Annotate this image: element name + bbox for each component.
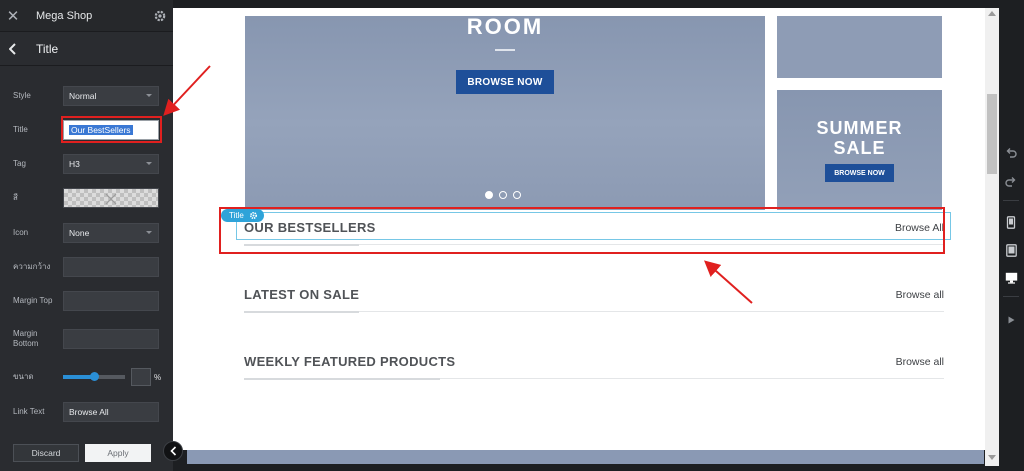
- browse-link[interactable]: Browse all: [896, 356, 944, 368]
- chevron-left-icon: [169, 446, 176, 456]
- panel-section-title: Title: [36, 41, 59, 56]
- hero-heading: ROOM: [466, 16, 544, 39]
- hero-browse-button[interactable]: BROWSE NOW: [456, 70, 554, 94]
- promo-banner-top[interactable]: [777, 16, 942, 78]
- color-picker[interactable]: [63, 188, 159, 208]
- play-icon[interactable]: [1004, 313, 1018, 327]
- title-label: Title: [13, 125, 28, 134]
- highlight-box: [61, 116, 162, 143]
- style-value: Normal: [69, 91, 97, 101]
- redo-icon[interactable]: [1004, 175, 1018, 189]
- icon-label: Icon: [13, 228, 29, 237]
- promo-browse-button[interactable]: BROWSE NOW: [825, 164, 894, 182]
- promo-heading: SUMMER SALE: [777, 118, 942, 158]
- section-heading-underline: [244, 311, 359, 313]
- undo-icon[interactable]: [1004, 146, 1018, 160]
- size-slider[interactable]: [63, 372, 125, 381]
- promo-line-1: SUMMER: [816, 118, 903, 138]
- tag-select[interactable]: H3: [63, 154, 159, 174]
- scroll-down-icon[interactable]: [988, 455, 996, 460]
- scroll-up-icon[interactable]: [988, 11, 996, 16]
- section-heading-underline: [244, 378, 440, 380]
- tag-value: H3: [69, 159, 80, 169]
- link-text-input[interactable]: Browse All: [63, 402, 159, 422]
- chevron-down-icon: [146, 162, 152, 165]
- margin-top-input[interactable]: [63, 291, 159, 311]
- tablet-view-icon[interactable]: [1004, 243, 1018, 257]
- style-label: Style: [13, 91, 31, 100]
- size-input[interactable]: [131, 368, 151, 386]
- slider-dots: [485, 191, 521, 199]
- promo-banner-summer[interactable]: SUMMER SALE BROWSE NOW: [777, 90, 942, 210]
- margin-bottom-input[interactable]: [63, 329, 159, 349]
- slider-dot[interactable]: [499, 191, 507, 199]
- chevron-down-icon: [146, 94, 152, 97]
- width-input[interactable]: [63, 257, 159, 277]
- next-section-preview: [187, 450, 984, 464]
- icon-value: None: [69, 228, 90, 238]
- section-heading: LATEST ON SALE: [244, 287, 360, 302]
- color-label: สี: [13, 193, 18, 202]
- hero-slider[interactable]: ROOM BROWSE NOW: [245, 16, 765, 210]
- view-toolbar: [999, 0, 1024, 471]
- mobile-view-icon[interactable]: [1004, 215, 1018, 229]
- size-unit: %: [154, 372, 162, 382]
- chevron-down-icon: [146, 231, 152, 234]
- desktop-view-icon[interactable]: [1004, 271, 1018, 285]
- hero-divider: [495, 49, 515, 51]
- style-select[interactable]: Normal: [63, 86, 159, 106]
- scrollbar-thumb[interactable]: [987, 94, 997, 174]
- close-icon[interactable]: ✕: [0, 7, 26, 25]
- margin-top-label: Margin Top: [13, 296, 53, 305]
- toolbar-divider: [1003, 200, 1019, 201]
- tag-label: Tag: [13, 159, 26, 168]
- section-heading: WEEKLY FEATURED PRODUCTS: [244, 354, 456, 369]
- gear-icon[interactable]: [147, 9, 173, 23]
- collapse-panel-button[interactable]: [163, 441, 183, 461]
- margin-bottom-label: Margin Bottom: [13, 329, 39, 348]
- apply-button[interactable]: Apply: [85, 444, 151, 462]
- size-slider-handle[interactable]: [89, 372, 99, 381]
- discard-button[interactable]: Discard: [13, 444, 79, 462]
- canvas-top-edge: [173, 0, 999, 8]
- slider-dot[interactable]: [513, 191, 521, 199]
- promo-line-2: SALE: [833, 138, 886, 158]
- width-label: ความกว้าง: [13, 262, 51, 271]
- clear-color-icon: [105, 193, 117, 205]
- vertical-scrollbar[interactable]: [985, 8, 999, 466]
- link-text-value: Browse All: [69, 407, 109, 417]
- browse-link[interactable]: Browse all: [896, 289, 944, 301]
- highlight-box: [219, 207, 945, 254]
- toolbar-divider: [1003, 296, 1019, 297]
- back-icon[interactable]: [0, 42, 26, 55]
- app-title: Mega Shop: [36, 9, 93, 22]
- icon-select[interactable]: None: [63, 223, 159, 243]
- link-text-label: Link Text: [13, 407, 45, 416]
- slider-dot[interactable]: [485, 191, 493, 199]
- settings-panel: ✕ Mega Shop Title Style Normal Title Our…: [0, 0, 173, 471]
- size-label: ขนาด: [13, 372, 34, 381]
